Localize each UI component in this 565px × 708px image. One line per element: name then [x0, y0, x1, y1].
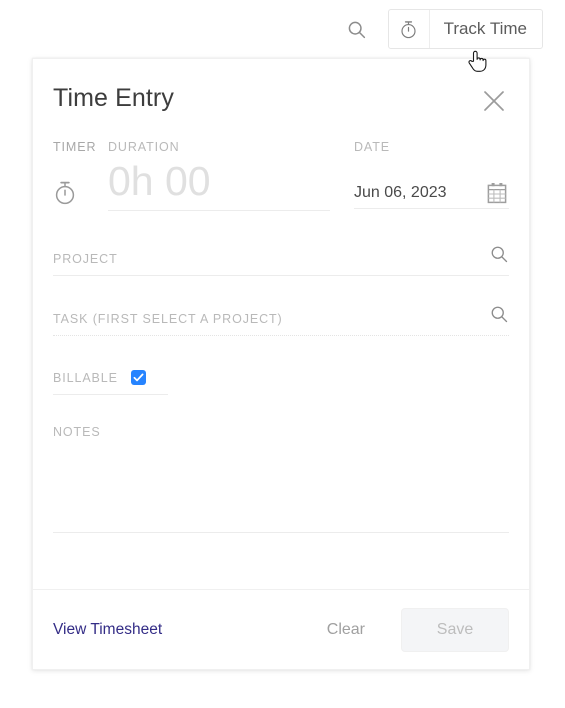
track-time-label: Track Time	[443, 19, 527, 38]
duration-label: DURATION	[108, 140, 180, 154]
timer-start-button[interactable]	[53, 168, 108, 216]
time-entry-panel: Time Entry TIMER DURATION 0h 00 DATE Jun…	[32, 58, 530, 670]
stopwatch-icon	[55, 181, 75, 204]
search-icon	[491, 306, 508, 323]
panel-title: Time Entry	[53, 84, 174, 112]
track-time-button[interactable]: Track Time	[387, 9, 543, 49]
top-bar: Track Time	[0, 0, 565, 58]
billable-label: BILLABLE	[53, 370, 118, 385]
date-column: DATE Jun 06, 2023	[354, 140, 509, 216]
project-field[interactable]: PROJECT	[53, 244, 509, 276]
project-label: PROJECT	[53, 252, 118, 266]
notes-input[interactable]	[53, 445, 509, 533]
panel-header: Time Entry	[53, 59, 509, 114]
track-time-icon-cell[interactable]	[389, 10, 430, 48]
notes-field: NOTES	[53, 425, 509, 533]
task-search-button[interactable]	[489, 304, 509, 326]
billable-field: BILLABLE	[53, 370, 168, 395]
billable-checkbox[interactable]	[130, 370, 146, 385]
notes-label: NOTES	[53, 425, 101, 439]
task-field[interactable]: TASK (FIRST SELECT A PROJECT)	[53, 304, 509, 336]
search-icon	[348, 21, 366, 38]
close-button[interactable]	[481, 88, 507, 114]
panel-body: Time Entry TIMER DURATION 0h 00 DATE Jun…	[33, 59, 529, 589]
view-timesheet-link[interactable]: View Timesheet	[53, 621, 162, 639]
project-search-button[interactable]	[489, 244, 509, 266]
duration-input[interactable]	[108, 157, 330, 209]
save-button[interactable]: Save	[401, 607, 509, 652]
panel-footer: View Timesheet Clear Save	[33, 589, 529, 669]
timer-label: TIMER	[53, 140, 97, 154]
duration-column: DURATION	[108, 140, 330, 216]
duration-field[interactable]	[108, 156, 330, 211]
date-field[interactable]: Jun 06, 2023	[354, 178, 509, 209]
footer-actions: Clear Save	[313, 607, 509, 652]
stopwatch-icon	[401, 20, 416, 38]
clear-button[interactable]: Clear	[313, 613, 379, 647]
timer-duration-date-row: TIMER DURATION DATE	[53, 140, 509, 216]
calendar-icon	[487, 183, 507, 204]
calendar-picker-button[interactable]	[487, 182, 509, 204]
checkmark-icon	[133, 373, 144, 382]
date-value: Jun 06, 2023	[354, 184, 447, 201]
global-search-button[interactable]	[340, 12, 374, 46]
search-icon	[491, 246, 508, 263]
close-x-icon	[484, 91, 504, 111]
timer-column: TIMER	[53, 140, 108, 216]
task-label: TASK (FIRST SELECT A PROJECT)	[53, 312, 283, 326]
date-label: DATE	[354, 140, 391, 154]
